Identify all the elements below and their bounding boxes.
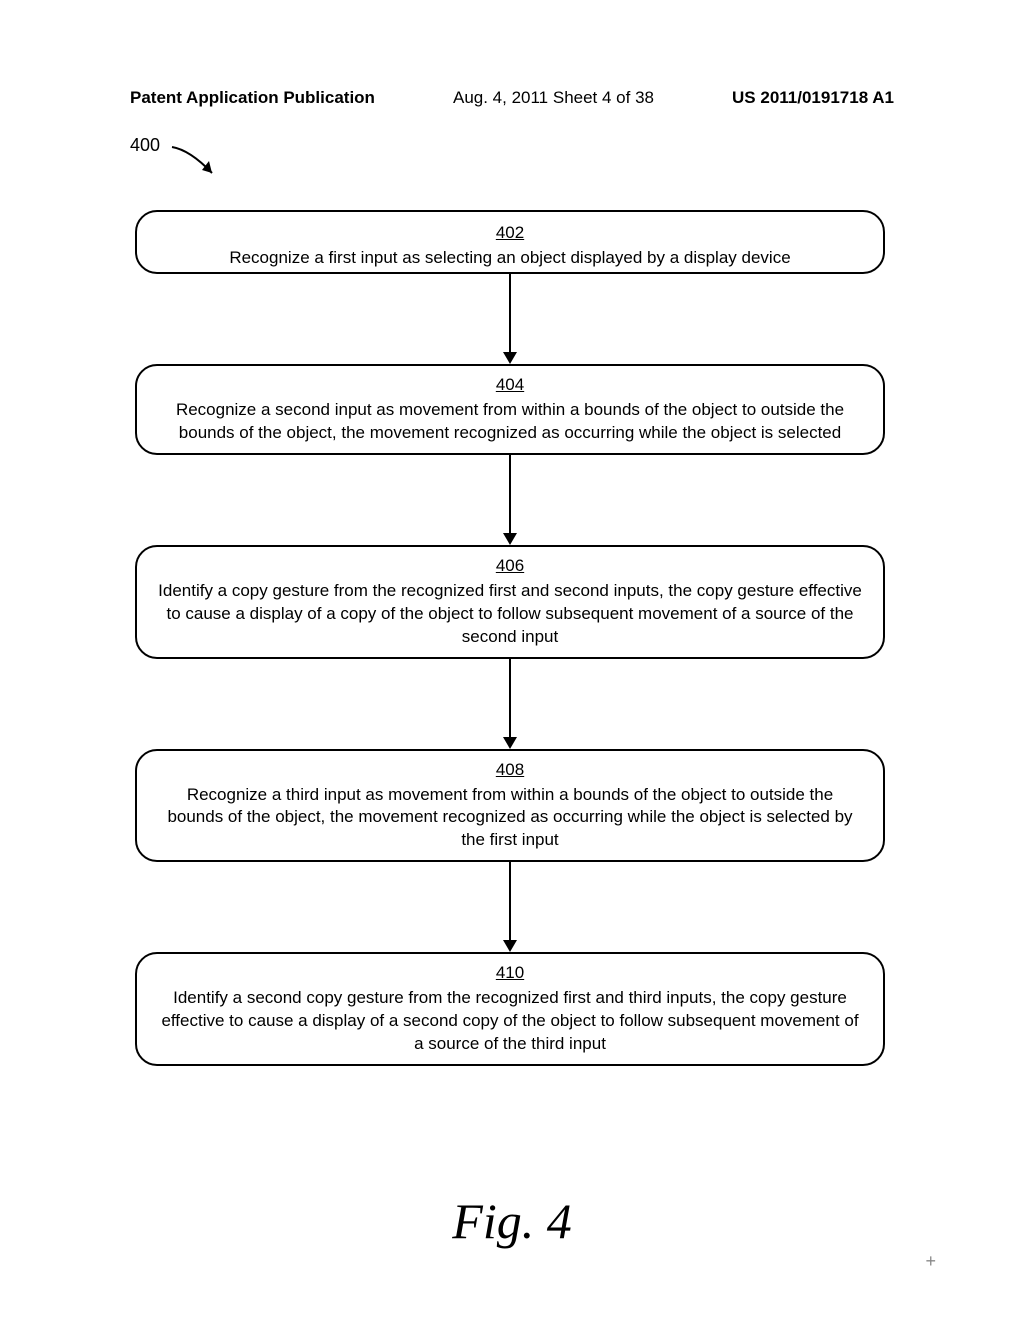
arrow-down-icon bbox=[503, 352, 517, 364]
connector-line bbox=[509, 862, 511, 940]
node-text: Recognize a first input as selecting an … bbox=[229, 248, 790, 267]
node-text: Identify a second copy gesture from the … bbox=[161, 988, 858, 1053]
header-publication: Patent Application Publication bbox=[130, 88, 375, 108]
arrow-down-icon bbox=[503, 940, 517, 952]
flowchart-connector bbox=[135, 659, 885, 749]
flowchart-node-402: 402 Recognize a first input as selecting… bbox=[135, 210, 885, 274]
node-id: 404 bbox=[157, 374, 863, 397]
flowchart-connector bbox=[135, 862, 885, 952]
node-id: 406 bbox=[157, 555, 863, 578]
connector-line bbox=[509, 274, 511, 352]
figure-label: Fig. 4 bbox=[0, 1192, 1024, 1250]
connector-line bbox=[509, 659, 511, 737]
page-header: Patent Application Publication Aug. 4, 2… bbox=[0, 88, 1024, 108]
header-date-sheet: Aug. 4, 2011 Sheet 4 of 38 bbox=[453, 88, 654, 108]
connector-line bbox=[509, 455, 511, 533]
crop-mark-icon: + bbox=[925, 1251, 936, 1272]
node-id: 410 bbox=[157, 962, 863, 985]
arrow-down-icon bbox=[503, 533, 517, 545]
flowchart-connector bbox=[135, 455, 885, 545]
flowchart-node-410: 410 Identify a second copy gesture from … bbox=[135, 952, 885, 1066]
figure-reference-number: 400 bbox=[130, 135, 160, 156]
flowchart-node-406: 406 Identify a copy gesture from the rec… bbox=[135, 545, 885, 659]
flowchart-container: 402 Recognize a first input as selecting… bbox=[135, 210, 885, 1066]
pointer-arrow-icon bbox=[170, 145, 230, 185]
flowchart-node-404: 404 Recognize a second input as movement… bbox=[135, 364, 885, 455]
node-text: Recognize a third input as movement from… bbox=[167, 785, 852, 850]
flowchart-node-408: 408 Recognize a third input as movement … bbox=[135, 749, 885, 863]
arrow-down-icon bbox=[503, 737, 517, 749]
node-text: Recognize a second input as movement fro… bbox=[176, 400, 844, 442]
node-text: Identify a copy gesture from the recogni… bbox=[158, 581, 862, 646]
flowchart-connector bbox=[135, 274, 885, 364]
node-id: 408 bbox=[157, 759, 863, 782]
header-pub-number: US 2011/0191718 A1 bbox=[732, 88, 894, 108]
node-id: 402 bbox=[157, 222, 863, 245]
